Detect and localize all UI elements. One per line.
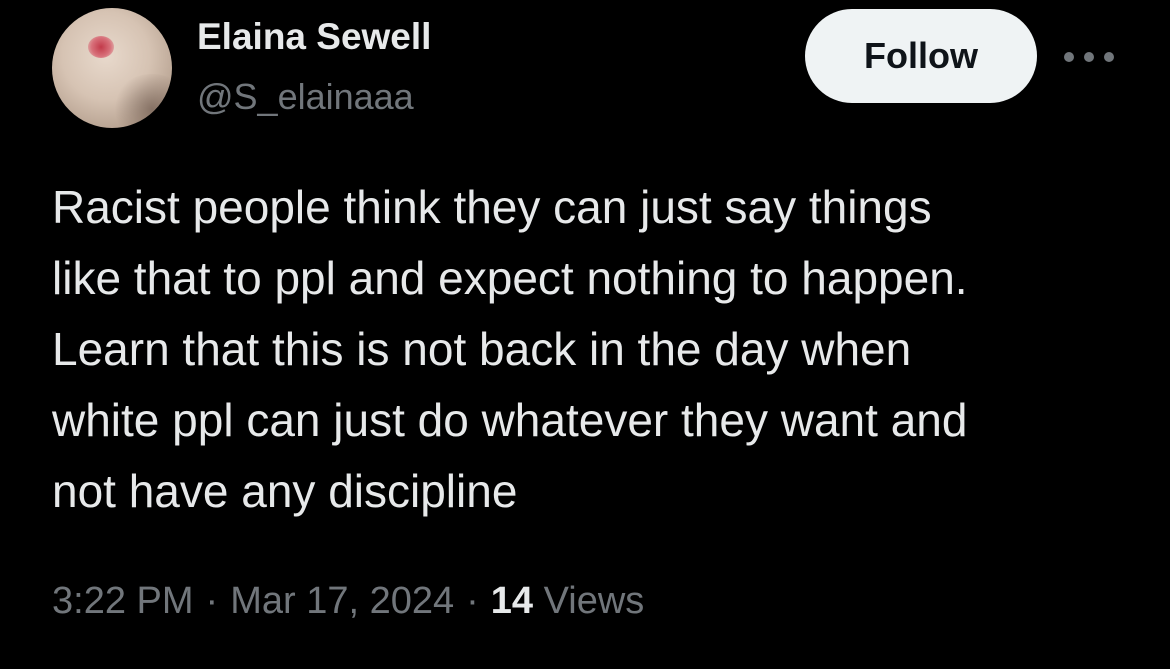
avatar-shading — [112, 74, 172, 128]
views-count[interactable]: 14 — [491, 580, 533, 622]
tweet-card: Elaina Sewell @S_elainaaa Follow Racist … — [0, 0, 1170, 669]
avatar-detail — [88, 36, 114, 58]
author-display-name[interactable]: Elaina Sewell — [197, 16, 431, 58]
more-horizontal-icon[interactable] — [1064, 45, 1114, 69]
follow-button[interactable]: Follow — [805, 9, 1037, 103]
more-dot — [1064, 52, 1074, 62]
tweet-text: Racist people think they can just say th… — [52, 181, 968, 517]
more-dot — [1104, 52, 1114, 62]
meta-separator: · — [466, 580, 479, 622]
avatar[interactable] — [52, 8, 172, 128]
author-handle[interactable]: @S_elainaaa — [197, 76, 414, 118]
tweet-date[interactable]: Mar 17, 2024 — [230, 580, 454, 622]
views-label[interactable]: Views — [544, 580, 645, 622]
meta-separator: · — [205, 580, 219, 622]
tweet-time[interactable]: 3:22 PM — [52, 580, 194, 622]
tweet-meta: 3:22 PM · Mar 17, 2024 · 14 Views — [52, 580, 644, 623]
more-dot — [1084, 52, 1094, 62]
